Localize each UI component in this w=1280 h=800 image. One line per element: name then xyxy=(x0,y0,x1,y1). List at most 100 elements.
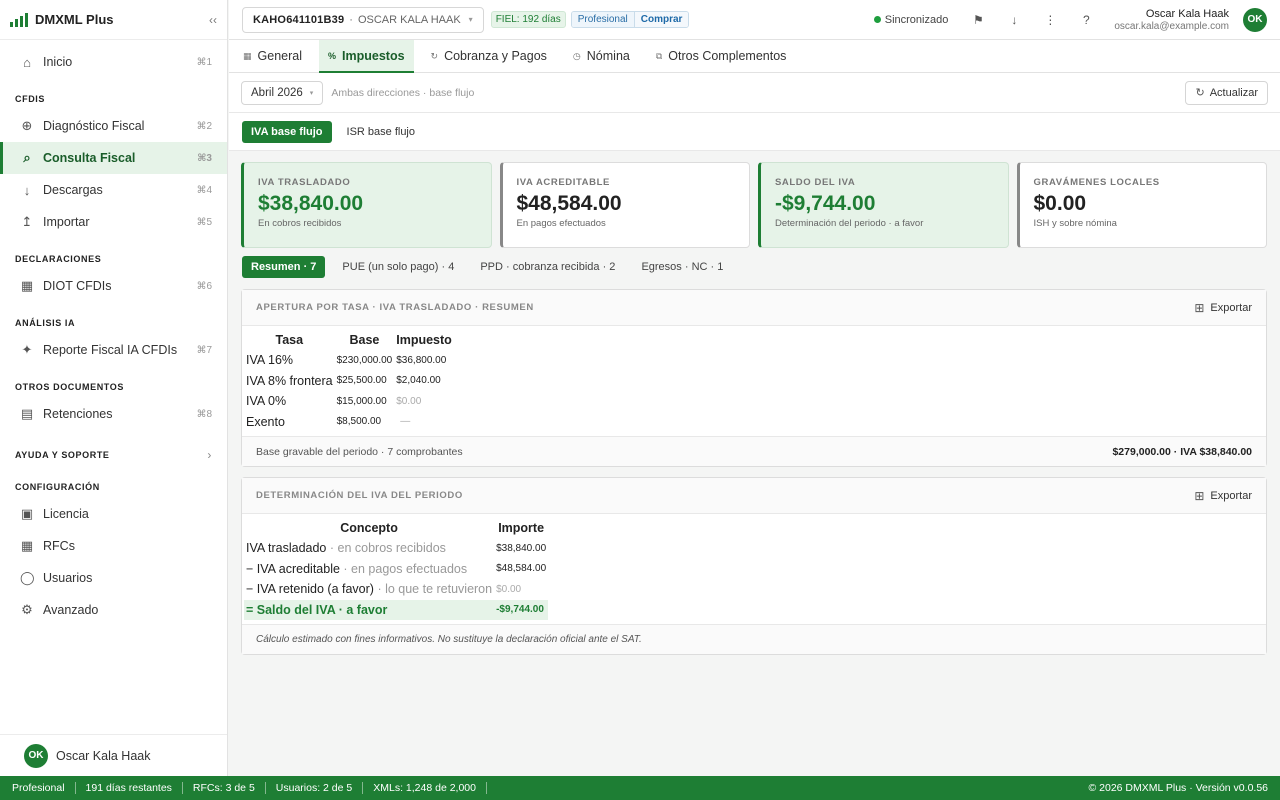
segment-isr-base-flujo[interactable]: ISR base flujo xyxy=(338,121,424,143)
gear-icon: ⚙ xyxy=(21,602,33,617)
chevron-down-icon: ▾ xyxy=(309,89,314,97)
cell-importe: $48,584.00 xyxy=(496,563,547,575)
sidebar-item-usuarios[interactable]: ◯ Usuarios xyxy=(0,562,227,594)
column-header: Concepto xyxy=(340,521,398,535)
plan-badge: Profesional Comprar xyxy=(570,11,690,28)
sidebar-item-rfcs[interactable]: ▦ RFCs xyxy=(0,530,227,562)
shortcut-hint: ⌘3 xyxy=(197,152,212,164)
rfc-selector[interactable]: KAHO641101B39 · OSCAR KALA HAAK ▾ xyxy=(242,6,484,33)
sidebar-item-reporte-fiscal-ia[interactable]: ✦ Reporte Fiscal IA CFDIs ⌘7 xyxy=(0,334,227,366)
more-vertical-icon[interactable]: ⋮ xyxy=(1032,13,1068,27)
status-users: Usuarios: 2 de 5 xyxy=(276,782,364,794)
kpi-card-gravamenes-locales: GRAVÁMENES LOCALES $0.00 ISH y sobre nóm… xyxy=(1016,162,1267,248)
plan-name: Profesional xyxy=(571,12,634,27)
sidebar-item-avanzado[interactable]: ⚙ Avanzado xyxy=(0,594,227,626)
export-button[interactable]: ⊞ Exportar xyxy=(1194,489,1252,503)
filter-hint: Ambas direcciones · base flujo xyxy=(331,86,475,99)
table-row: IVA 8% frontera $25,500.00 $2,040.00 xyxy=(244,371,454,392)
shortcut-hint: ⌘7 xyxy=(196,344,212,356)
avatar[interactable]: OK xyxy=(1243,7,1267,32)
export-label: Exportar xyxy=(1210,489,1252,502)
tab-label: Nómina xyxy=(586,49,630,63)
tab-general[interactable]: ▦ General xyxy=(234,40,311,72)
download-icon: ↓ xyxy=(23,182,31,198)
sidebar-user[interactable]: OK Oscar Kala Haak xyxy=(0,734,227,776)
tab-cobranza-pagos[interactable]: ↻ Cobranza y Pagos xyxy=(422,40,556,72)
flag-icon[interactable]: ⚑ xyxy=(960,13,996,27)
user-info[interactable]: Oscar Kala Haak oscar.kala@example.com xyxy=(1114,8,1229,32)
kpi-label: SALDO DEL IVA xyxy=(775,177,856,188)
section-title-cfdis: CFDIS xyxy=(15,94,45,104)
list-icon: ▤ xyxy=(20,406,34,421)
chip-ppd[interactable]: PPD · cobranza recibida · 2 xyxy=(471,256,624,278)
module-tabs: ▦ General % Impuestos ↻ Cobranza y Pagos… xyxy=(229,40,1280,73)
sidebar-item-licencia[interactable]: ▣ Licencia xyxy=(0,498,227,530)
sidebar-item-retenciones[interactable]: ▤ Retenciones ⌘8 xyxy=(0,398,227,430)
chip-egresos[interactable]: Egresos · NC · 1 xyxy=(632,256,732,278)
table-icon: ⊞ xyxy=(1194,488,1205,503)
filter-chips: Resumen · 7 PUE (un solo pago) · 4 PPD ·… xyxy=(229,248,1280,278)
table-row-total: = Saldo del IVA · a favor -$9,744.00 xyxy=(244,599,549,620)
concepto-detail: · en pagos efectuados xyxy=(339,561,468,576)
filter-bar: Abril 2026 ▾ Ambas direcciones · base fl… xyxy=(229,73,1280,113)
determinacion-table: Concepto Importe IVA trasladado · en cob… xyxy=(244,518,549,620)
percent-icon: % xyxy=(328,51,337,61)
help-icon[interactable]: ? xyxy=(1068,13,1104,27)
tab-label: General xyxy=(257,49,302,63)
chip-pue[interactable]: PUE (un solo pago) · 4 xyxy=(333,256,463,278)
tab-otros-complementos[interactable]: ⧉ Otros Complementos xyxy=(647,40,796,72)
concepto-label: − IVA retenido (a favor) xyxy=(246,582,374,597)
chevron-down-icon: ▾ xyxy=(468,15,473,24)
rfc-name: OSCAR KALA HAAK xyxy=(357,13,461,26)
cell-importe: -$9,744.00 xyxy=(494,599,549,620)
download-icon[interactable]: ↓ xyxy=(996,13,1032,27)
tab-nomina[interactable]: ◷ Nómina xyxy=(564,40,639,72)
user-name: Oscar Kala Haak xyxy=(1145,7,1229,20)
section-title-analisis-ia: ANÁLISIS IA xyxy=(15,318,76,328)
chevron-right-icon: › xyxy=(207,448,212,462)
segment-iva-base-flujo[interactable]: IVA base flujo xyxy=(242,120,332,143)
topbar: KAHO641101B39 · OSCAR KALA HAAK ▾ FIEL: … xyxy=(229,0,1280,40)
column-header: Tasa xyxy=(275,333,304,347)
sidebar-nav: ⌂ Inicio ⌘1 CFDIS ⊕ Diagnóstico Fiscal ⌘… xyxy=(0,40,227,626)
section-ayuda-soporte[interactable]: AYUDA Y SOPORTE › xyxy=(0,444,227,466)
sidebar-item-inicio[interactable]: ⌂ Inicio ⌘1 xyxy=(0,46,227,78)
user-email: oscar.kala@example.com xyxy=(1114,20,1229,32)
base-segment-bar: IVA base flujo ISR base flujo xyxy=(229,113,1280,151)
refresh-icon: ↻ xyxy=(1195,87,1205,99)
rfc-code: KAHO641101B39 xyxy=(253,13,345,26)
sidebar-item-diot-cfdis[interactable]: ▦ DIOT CFDIs ⌘6 xyxy=(0,270,227,302)
shortcut-hint: ⌘5 xyxy=(196,216,212,228)
tab-impuestos[interactable]: % Impuestos xyxy=(319,40,414,73)
sidebar-item-importar[interactable]: ↥ Importar ⌘5 xyxy=(0,206,227,238)
cell-tasa: Exento xyxy=(246,414,285,429)
sidebar-item-label: Diagnóstico Fiscal xyxy=(43,119,145,133)
refresh-button[interactable]: ↻ Actualizar xyxy=(1185,80,1268,105)
fiel-badge: FIEL: 192 días xyxy=(490,11,566,28)
kpi-sub: ISH y sobre nómina xyxy=(1033,218,1117,229)
period-select[interactable]: Abril 2026 ▾ xyxy=(241,80,324,105)
shortcut-hint: ⌘2 xyxy=(196,120,212,132)
column-header: Impuesto xyxy=(396,333,452,347)
upload-icon: ↥ xyxy=(21,214,33,229)
sidebar-item-label: Usuarios xyxy=(43,571,93,585)
sidebar: DMXML Plus ‹‹ ⌂ Inicio ⌘1 CFDIS ⊕ Diagnó… xyxy=(0,0,228,776)
collapse-sidebar-icon[interactable]: ‹‹ xyxy=(209,13,217,27)
buy-button[interactable]: Comprar xyxy=(633,12,689,27)
export-button[interactable]: ⊞ Exportar xyxy=(1194,301,1252,315)
cell-importe: $38,840.00 xyxy=(496,542,547,554)
tab-label: Impuestos xyxy=(342,49,405,63)
chip-resumen[interactable]: Resumen · 7 xyxy=(242,256,326,278)
column-header: Importe xyxy=(498,521,545,535)
kpi-label: IVA TRASLADADO xyxy=(258,177,351,188)
kpi-sub: En pagos efectuados xyxy=(516,218,606,229)
search-icon: ⌕ xyxy=(23,150,31,165)
cell-tasa: IVA 8% frontera xyxy=(246,373,333,388)
sidebar-item-consulta-fiscal[interactable]: ⌕ Consulta Fiscal ⌘3 xyxy=(0,142,227,174)
sidebar-item-diagnostico-fiscal[interactable]: ⊕ Diagnóstico Fiscal ⌘2 xyxy=(0,110,227,142)
concepto-label: IVA trasladado xyxy=(246,541,327,556)
sidebar-item-label: Licencia xyxy=(43,507,89,521)
sidebar-item-descargas[interactable]: ↓ Descargas ⌘4 xyxy=(0,174,227,206)
grid-icon: ▦ xyxy=(20,278,34,293)
cell-concepto: − IVA retenido (a favor) · lo que te ret… xyxy=(244,579,494,600)
